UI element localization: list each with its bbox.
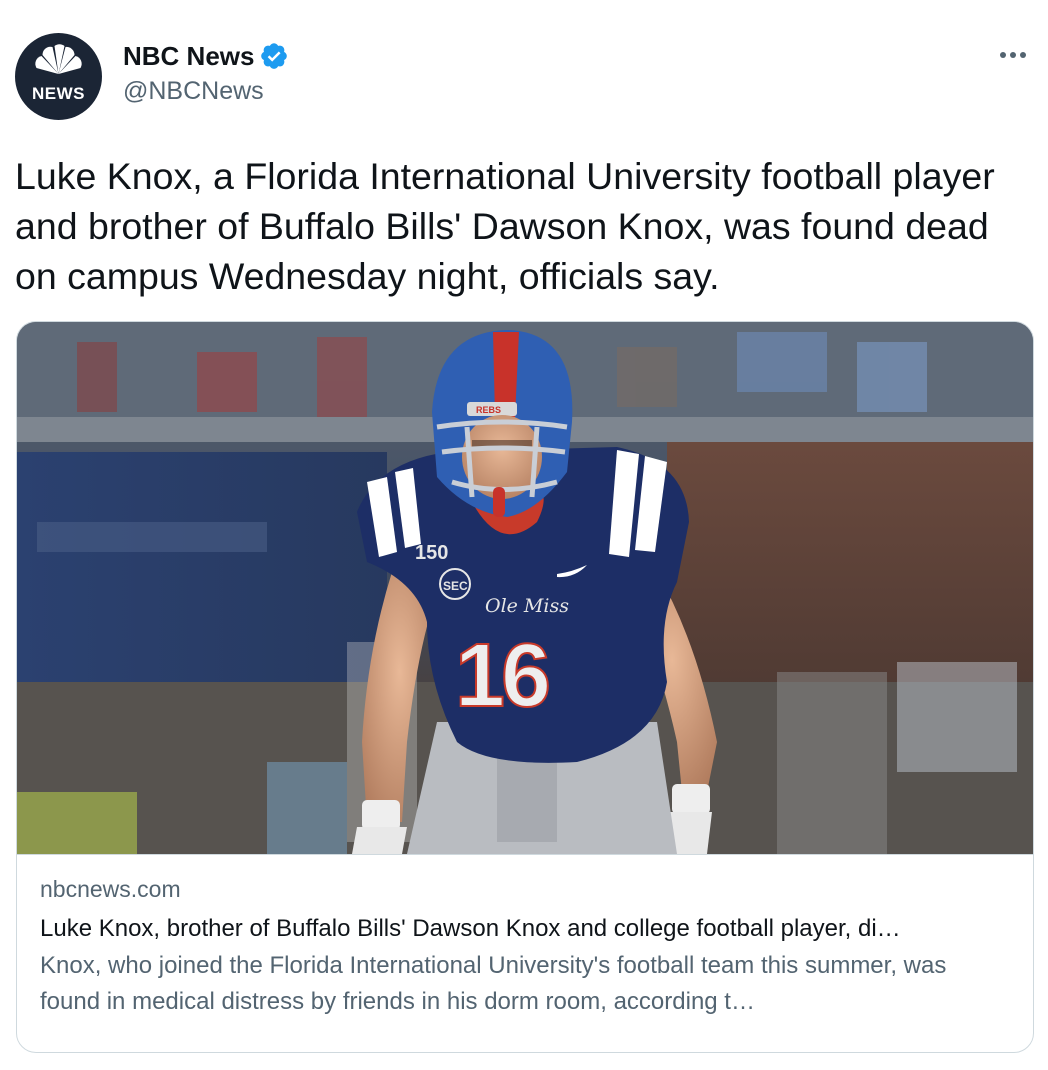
verified-badge-icon	[261, 43, 288, 69]
nbc-peacock-icon	[35, 44, 82, 74]
card-domain: nbcnews.com	[40, 876, 181, 902]
jersey-patch: 150	[415, 542, 448, 564]
tweet: NEWS NBC News @NBCNews Luke Knox, a Flor…	[0, 0, 1048, 1070]
author-handle[interactable]: @NBCNews	[123, 77, 264, 106]
more-options-button[interactable]	[996, 40, 1030, 70]
author-name-row[interactable]: NBC News	[123, 40, 289, 72]
more-dot-icon	[1000, 52, 1006, 58]
helmet-decal: REBS	[476, 405, 501, 415]
card-image[interactable]: 150 SEC Ole Miss 16 REBS	[17, 322, 1033, 855]
author-display-name[interactable]: NBC News	[123, 41, 254, 72]
tweet-text: Luke Knox, a Florida International Unive…	[15, 155, 995, 297]
card-title: Luke Knox, brother of Buffalo Bills' Daw…	[40, 915, 901, 942]
link-card[interactable]: 150 SEC Ole Miss 16 REBS nbcnews.com Luk…	[16, 321, 1034, 1053]
more-dot-icon	[1020, 52, 1026, 58]
jersey-sec-logo: SEC	[443, 579, 468, 593]
card-description: Knox, who joined the Florida Internation…	[40, 952, 947, 1015]
more-dot-icon	[1010, 52, 1016, 58]
football-player-photo: 150 SEC Ole Miss 16 REBS	[17, 322, 1033, 854]
jersey-number: 16	[455, 626, 548, 726]
avatar[interactable]: NEWS	[15, 33, 102, 120]
avatar-news-label: NEWS	[32, 84, 85, 103]
jersey-script: Ole Miss	[485, 595, 569, 617]
card-meta: nbcnews.com Luke Knox, brother of Buffal…	[40, 874, 1009, 1020]
